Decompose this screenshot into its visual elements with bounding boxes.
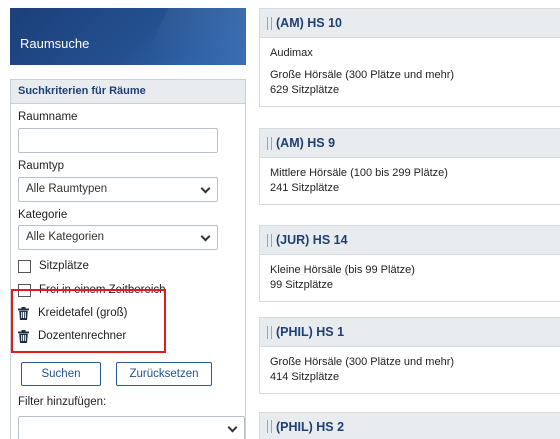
raumname-input[interactable] — [18, 128, 218, 153]
add-filter-label: Filter hinzufügen: — [18, 396, 107, 408]
add-filter-select[interactable] — [18, 416, 245, 439]
reset-button[interactable]: Zurücksetzen — [116, 362, 212, 386]
chevron-down-icon — [200, 231, 211, 242]
result-subtitle: Audimax — [270, 47, 313, 59]
checkbox-sitzplaetze[interactable]: Sitzplätze — [18, 258, 89, 274]
search-sidebar: Raumsuche Suchkriterien für Räume Raumna… — [10, 8, 246, 439]
kategorie-select[interactable]: Alle Kategorien — [18, 225, 218, 250]
result-title[interactable]: (AM) HS 9 — [276, 136, 335, 150]
result-category: Große Hörsäle (300 Plätze und mehr) — [270, 356, 455, 368]
drag-handle-icon — [267, 136, 272, 150]
result-seats: 629 Sitzplätze — [270, 84, 340, 96]
result-category: Mittlere Hörsäle (100 bis 299 Plätze) — [270, 167, 448, 179]
result-card[interactable]: (AM) HS 10 Audimax Große Hörsäle (300 Pl… — [259, 8, 560, 107]
result-header[interactable]: (PHIL) HS 1 — [260, 318, 560, 347]
result-card[interactable]: (PHIL) HS 1 Große Hörsäle (300 Plätze un… — [259, 317, 560, 394]
drag-handle-icon — [267, 420, 272, 433]
result-category: Große Hörsäle (300 Plätze und mehr) — [270, 69, 455, 81]
result-card[interactable]: (AM) HS 9 Mittlere Hörsäle (100 bis 299 … — [259, 128, 560, 205]
criteria-heading: Suchkriterien für Räume — [11, 80, 245, 104]
raumtyp-label: Raumtyp — [18, 160, 65, 172]
result-title[interactable]: (JUR) HS 14 — [276, 233, 348, 247]
search-button[interactable]: Suchen — [21, 362, 101, 386]
kategorie-label: Kategorie — [18, 209, 68, 221]
active-filters-highlight — [11, 289, 166, 353]
raumname-label: Raumname — [18, 111, 78, 123]
result-card[interactable]: (JUR) HS 14 Kleine Hörsäle (bis 99 Plätz… — [259, 225, 560, 302]
result-title[interactable]: (PHIL) HS 2 — [276, 420, 344, 434]
raumtyp-select-value: Alle Raumtypen — [26, 183, 108, 195]
result-seats: 99 Sitzplätze — [270, 279, 333, 291]
result-body: Mittlere Hörsäle (100 bis 299 Plätze) 24… — [260, 158, 560, 204]
result-header[interactable]: (AM) HS 10 — [260, 9, 560, 38]
drag-handle-icon — [267, 16, 272, 30]
result-seats: 414 Sitzplätze — [270, 371, 340, 383]
result-header[interactable]: (AM) HS 9 — [260, 129, 560, 158]
raumtyp-select[interactable]: Alle Raumtypen — [18, 177, 218, 202]
result-category: Kleine Hörsäle (bis 99 Plätze) — [270, 264, 415, 276]
result-title[interactable]: (PHIL) HS 1 — [276, 325, 344, 339]
chevron-down-icon — [227, 422, 238, 433]
checkbox-label: Sitzplätze — [39, 260, 89, 272]
sidebar-title: Raumsuche — [20, 36, 90, 51]
result-body: Audimax Große Hörsäle (300 Plätze und me… — [260, 38, 560, 106]
search-criteria-panel: Suchkriterien für Räume Raumname Raumtyp… — [10, 79, 246, 439]
result-seats: 241 Sitzplätze — [270, 182, 340, 194]
result-header[interactable]: (PHIL) HS 2 — [260, 413, 560, 439]
sidebar-header: Raumsuche — [10, 8, 246, 65]
checkbox-box[interactable] — [18, 259, 31, 273]
chevron-down-icon — [200, 183, 211, 194]
result-header[interactable]: (JUR) HS 14 — [260, 226, 560, 255]
result-card[interactable]: (PHIL) HS 2 — [259, 412, 560, 439]
result-body: Große Hörsäle (300 Plätze und mehr) 414 … — [260, 347, 560, 393]
result-body: Kleine Hörsäle (bis 99 Plätze) 99 Sitzpl… — [260, 255, 560, 301]
kategorie-select-value: Alle Kategorien — [26, 231, 104, 243]
drag-handle-icon — [267, 233, 272, 247]
drag-handle-icon — [267, 325, 272, 339]
result-title[interactable]: (AM) HS 10 — [276, 16, 342, 30]
